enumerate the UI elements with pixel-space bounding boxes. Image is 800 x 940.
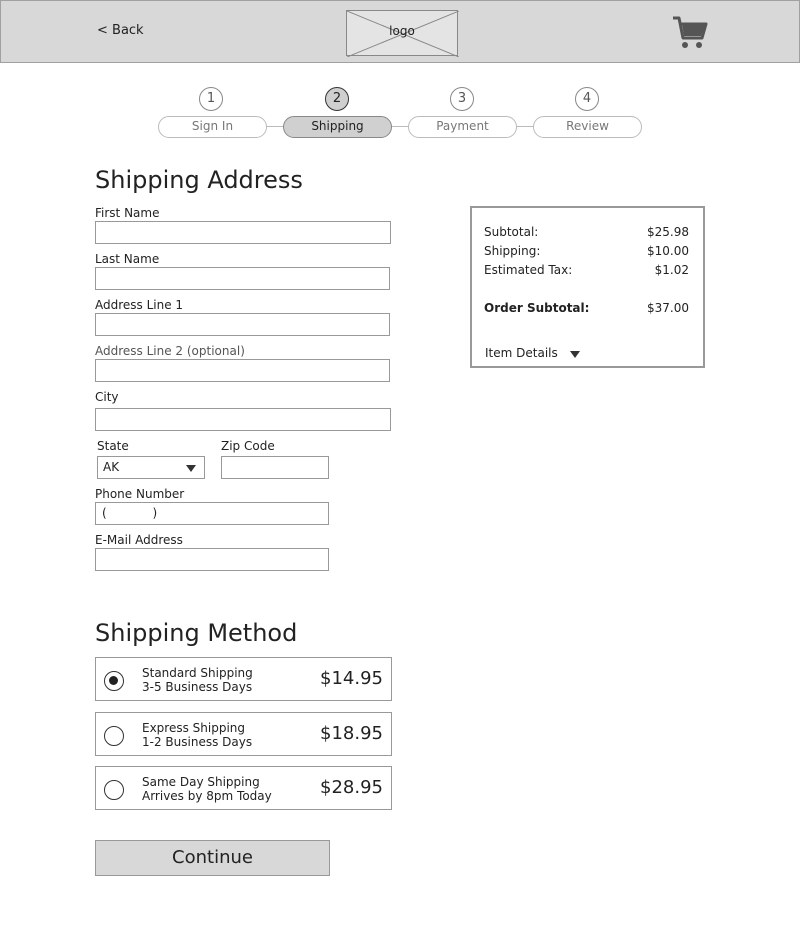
radio-button[interactable]: [104, 780, 124, 800]
shipping-cost-label: Shipping:: [484, 244, 541, 258]
step-number-4: 4: [575, 87, 599, 111]
continue-button[interactable]: Continue: [95, 840, 330, 876]
subtotal-value: $25.98: [647, 225, 689, 239]
order-subtotal-value: $37.00: [647, 301, 689, 315]
tax-label: Estimated Tax:: [484, 263, 573, 277]
zip-code-label: Zip Code: [221, 439, 275, 453]
item-details-toggle[interactable]: Item Details: [485, 346, 558, 360]
phone-number-label: Phone Number: [95, 487, 185, 501]
radio-button[interactable]: [104, 726, 124, 746]
step-number-2: 2: [325, 87, 349, 111]
step-shipping[interactable]: Shipping: [283, 116, 392, 138]
shipping-option-express[interactable]: Express Shipping 1-2 Business Days $18.9…: [95, 712, 392, 756]
address-line-1-field[interactable]: [95, 313, 390, 336]
shipping-option-price: $14.95: [320, 668, 383, 689]
state-select[interactable]: AK: [97, 456, 205, 479]
shipping-option-name: Standard Shipping: [142, 666, 253, 680]
last-name-label: Last Name: [95, 252, 160, 266]
logo-placeholder: logo: [346, 10, 459, 57]
back-link[interactable]: < Back: [97, 23, 144, 38]
step-sign-in[interactable]: Sign In: [158, 116, 267, 138]
shipping-option-same-day[interactable]: Same Day Shipping Arrives by 8pm Today $…: [95, 766, 392, 810]
shipping-cost-value: $10.00: [647, 244, 689, 258]
step-review[interactable]: Review: [533, 116, 642, 138]
chevron-down-icon[interactable]: [570, 351, 580, 358]
address-line-2-label: Address Line 2 (optional): [95, 344, 245, 358]
step-number-3: 3: [450, 87, 474, 111]
shipping-option-name: Same Day Shipping: [142, 775, 260, 789]
tax-value: $1.02: [654, 263, 689, 277]
first-name-label: First Name: [95, 206, 160, 220]
zip-code-field[interactable]: [221, 456, 329, 479]
shipping-method-title: Shipping Method: [95, 619, 298, 647]
shipping-option-days: 3-5 Business Days: [142, 680, 253, 694]
email-label: E-Mail Address: [95, 533, 183, 547]
address-line-1-label: Address Line 1: [95, 298, 184, 312]
step-number-1: 1: [199, 87, 223, 111]
radio-button-selected[interactable]: [104, 671, 124, 691]
step-payment[interactable]: Payment: [408, 116, 517, 138]
city-label: City: [95, 390, 119, 404]
first-name-field[interactable]: [95, 221, 391, 244]
subtotal-label: Subtotal:: [484, 225, 539, 239]
phone-number-field[interactable]: ( ): [95, 502, 329, 525]
shipping-option-days: 1-2 Business Days: [142, 735, 253, 749]
chevron-down-icon: [186, 465, 196, 472]
shipping-option-name: Express Shipping: [142, 721, 246, 735]
address-line-2-field[interactable]: [95, 359, 390, 382]
last-name-field[interactable]: [95, 267, 390, 290]
order-summary: Subtotal: $25.98 Shipping: $10.00 Estima…: [470, 206, 705, 368]
city-field[interactable]: [95, 408, 391, 431]
shipping-option-days: Arrives by 8pm Today: [142, 789, 272, 803]
email-field[interactable]: [95, 548, 329, 571]
shipping-address-title: Shipping Address: [95, 166, 303, 194]
shipping-option-price: $28.95: [320, 777, 383, 798]
logo-text: logo: [389, 24, 415, 38]
shopping-cart-icon[interactable]: [671, 14, 709, 52]
order-subtotal-label: Order Subtotal:: [484, 301, 590, 315]
shipping-option-price: $18.95: [320, 723, 383, 744]
state-select-value: AK: [103, 460, 120, 474]
top-header: < Back logo: [0, 0, 800, 63]
state-label: State: [97, 439, 129, 453]
shipping-option-standard[interactable]: Standard Shipping 3-5 Business Days $14.…: [95, 657, 392, 701]
